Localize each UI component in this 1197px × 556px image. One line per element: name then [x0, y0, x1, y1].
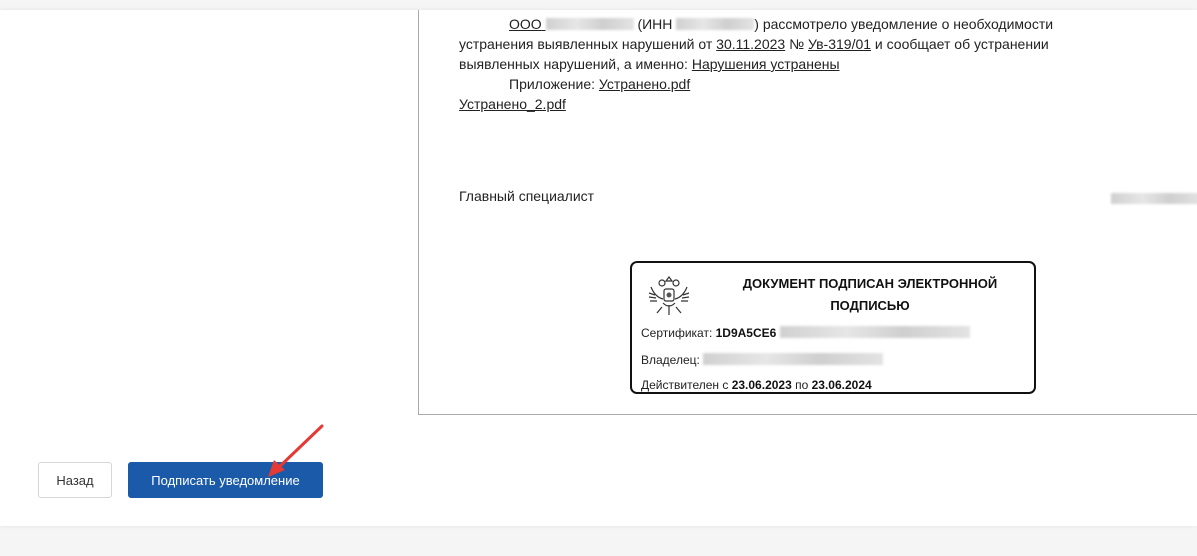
violations-status-link[interactable]: Нарушения устранены [692, 56, 840, 72]
annotation-arrow-icon [268, 424, 324, 477]
signer-position: Главный специалист [459, 188, 595, 204]
notification-paragraph-line2: устранения выявленных нарушений от 30.11… [459, 36, 1049, 52]
redacted-org-name [545, 18, 634, 30]
certificate-line: Сертификат: 1D9A5CE6 [641, 326, 971, 340]
inn-link[interactable] [676, 16, 755, 32]
document-body: ООО (ИНН ) рассмотрело уведомление о нео… [459, 14, 1189, 114]
attachment-label: Приложение: [509, 76, 596, 92]
notice-date-link[interactable]: 30.11.2023 [716, 36, 785, 52]
attachment-line: Приложение: Устранено.pdf [459, 74, 1189, 94]
attachment-file-link[interactable]: Устранено.pdf [599, 76, 690, 92]
coat-of-arms-icon [648, 276, 690, 315]
attachment-line-2: Устранено_2.pdf [459, 94, 1189, 114]
org-name-link[interactable]: ООО [509, 16, 634, 32]
electronic-signature-stamp: ДОКУМЕНТ ПОДПИСАН ЭЛЕКТРОННОЙ ПОДПИСЬЮ С… [630, 261, 1036, 394]
notification-paragraph-line1: ООО (ИНН ) рассмотрело уведомление о нео… [509, 16, 1054, 32]
page-panel: ООО (ИНН ) рассмотрело уведомление о нео… [0, 10, 1197, 526]
validity-line: Действителен с 23.06.2023 по 23.06.2024 [641, 378, 872, 392]
stamp-title: ДОКУМЕНТ ПОДПИСАН ЭЛЕКТРОННОЙ ПОДПИСЬЮ [742, 276, 998, 313]
owner-line: Владелец: [641, 353, 884, 367]
redacted-certificate-tail [780, 326, 971, 338]
document-preview: ООО (ИНН ) рассмотрело уведомление о нео… [418, 10, 1197, 415]
redacted-signer-name [1111, 193, 1197, 204]
notification-paragraph-line3: выявленных нарушений, а именно: Нарушени… [459, 56, 840, 72]
redacted-inn [676, 18, 755, 30]
redacted-owner [703, 353, 884, 365]
attachment-file-link[interactable]: Устранено_2.pdf [459, 96, 566, 112]
notice-number-link[interactable]: Ув-319/01 [808, 36, 871, 52]
certificate-value: 1D9A5CE6 [715, 326, 777, 340]
back-button[interactable]: Назад [38, 462, 112, 498]
